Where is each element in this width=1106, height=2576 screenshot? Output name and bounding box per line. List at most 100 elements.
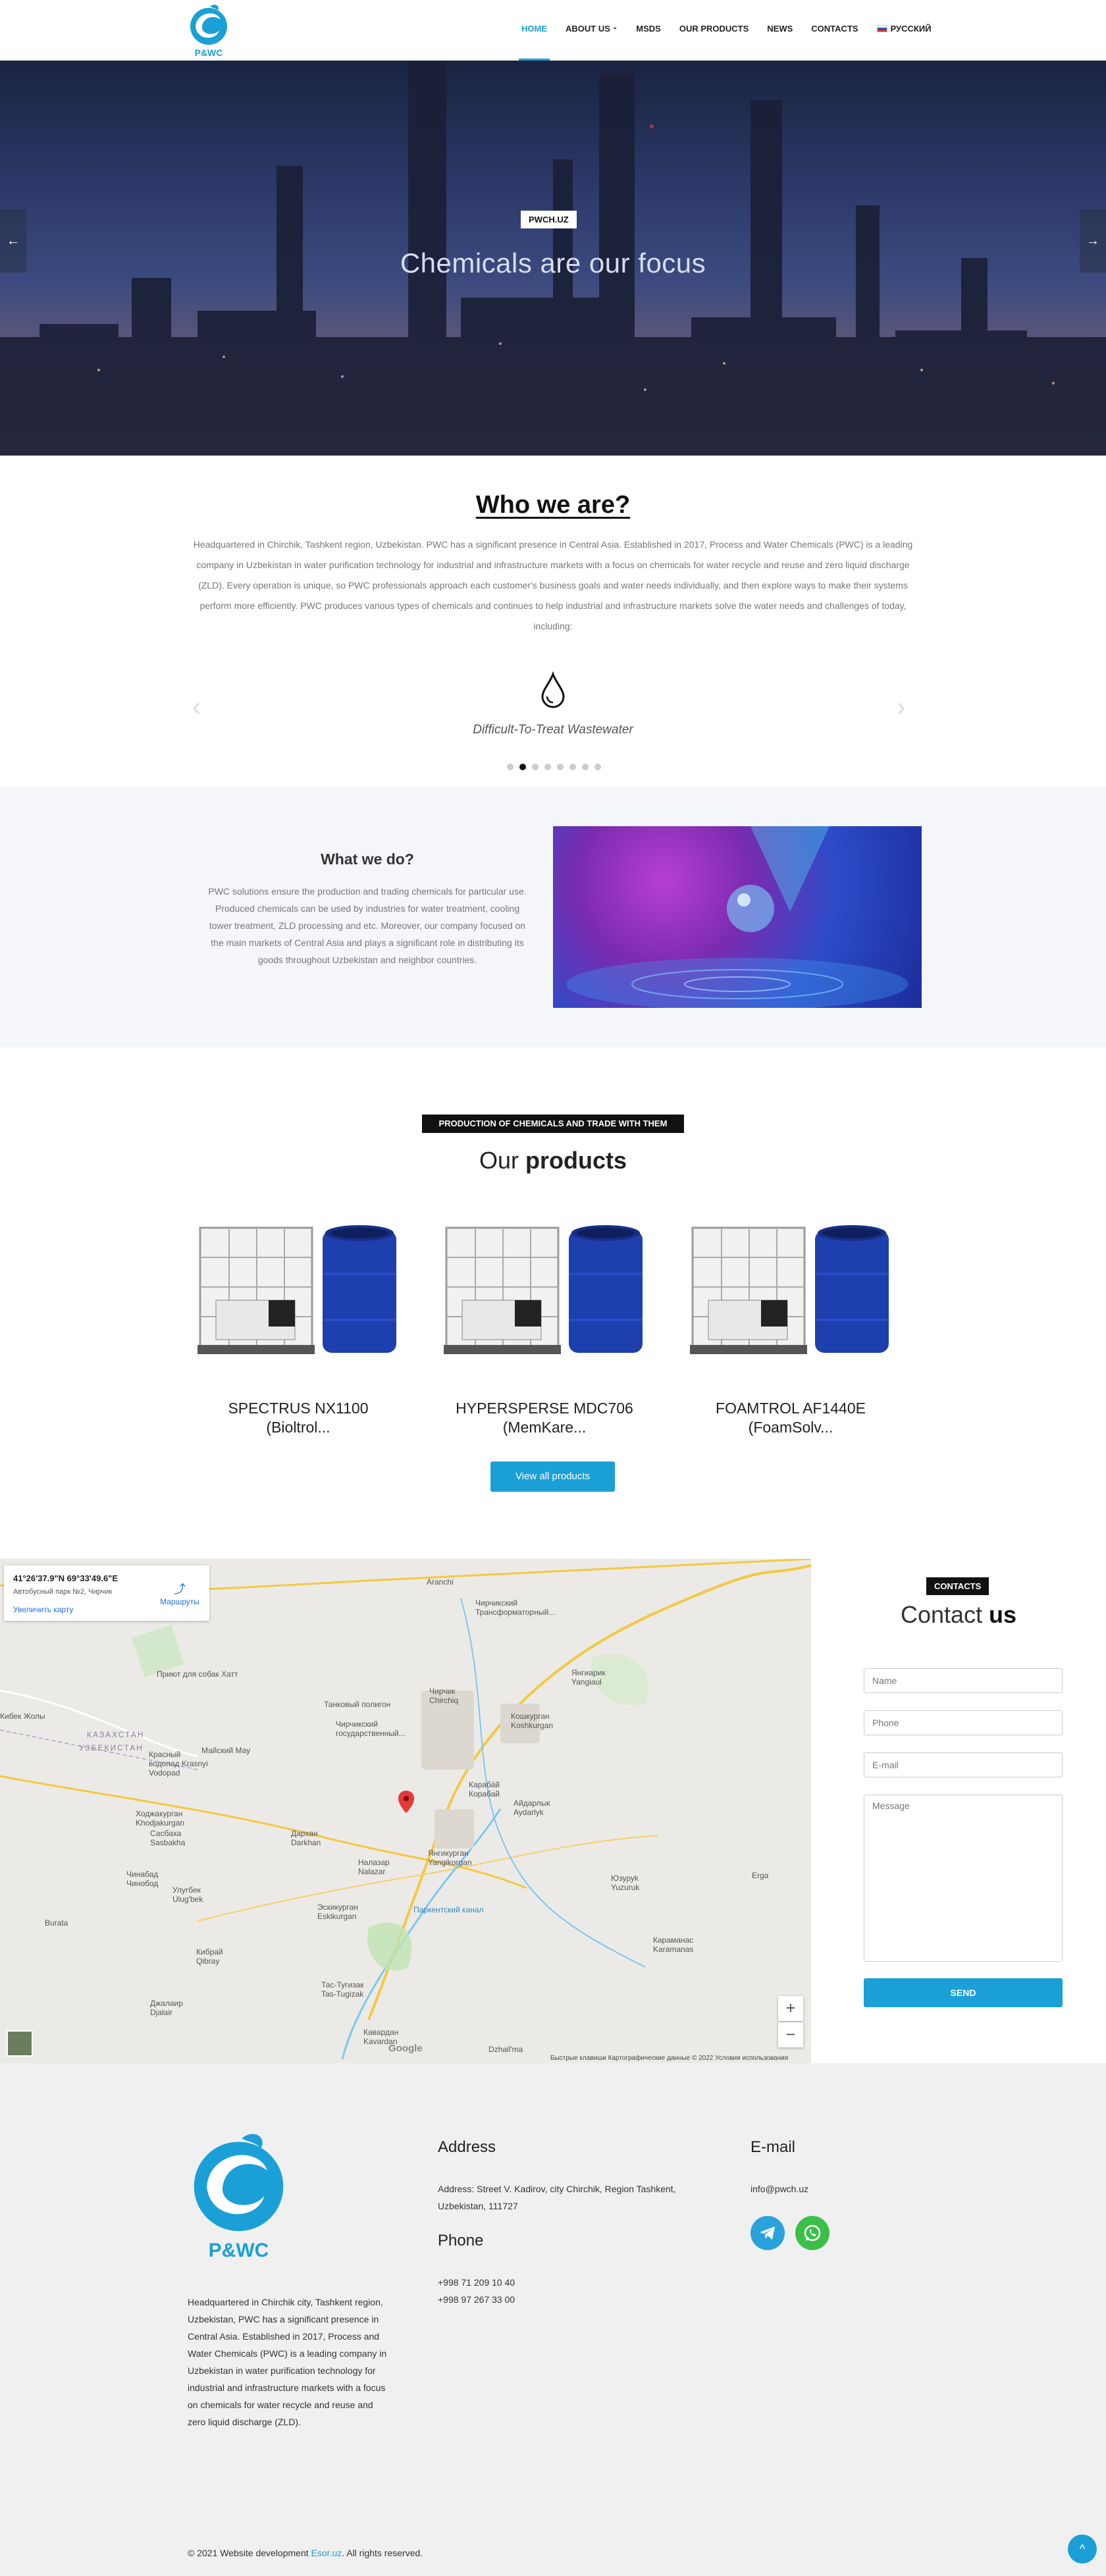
email-heading: E-mail: [750, 2138, 796, 2156]
directions-button[interactable]: ⤴ Маршруты: [157, 1580, 203, 1606]
slider-dot[interactable]: [507, 764, 514, 770]
view-all-products-button[interactable]: View all products: [490, 1461, 615, 1492]
slider-prev-button[interactable]: ‹: [192, 693, 201, 722]
send-button[interactable]: SEND: [864, 1978, 1063, 2007]
product-card[interactable]: FOAMTROL AF1440E (FoamSolv...: [689, 1221, 893, 1438]
hero-prev-button[interactable]: ←: [0, 209, 26, 273]
phone-number[interactable]: +998 97 267 33 00: [438, 2291, 515, 2308]
slider-dot[interactable]: [544, 764, 551, 770]
map-label: Янгикурган Yangikorgan: [428, 1849, 472, 1867]
products-title-bold: products: [525, 1147, 627, 1174]
product-container-image: [198, 1225, 396, 1354]
map-label: Кибрай Qibray: [196, 1947, 223, 1966]
who-title: Who we are?: [0, 491, 1106, 519]
contact-title-light: Contact: [900, 1601, 989, 1628]
phone-heading: Phone: [438, 2232, 484, 2249]
what-title: What we do?: [321, 851, 414, 868]
google-logo: Google: [388, 2043, 423, 2054]
map-footer-links[interactable]: Быстрые клавиши Картографические данные …: [550, 2055, 788, 2062]
who-text: Headquartered in Chirchik, Tashkent regi…: [193, 539, 913, 631]
map-label: Burata: [45, 1918, 68, 1928]
slider-dot[interactable]: [594, 764, 601, 770]
map-label: Dzhail'ma: [488, 2045, 523, 2054]
slider-next-button[interactable]: ›: [897, 693, 905, 722]
footer-about-text: Headquartered in Chirchik city, Tashkent…: [188, 2297, 387, 2427]
product-name[interactable]: FOAMTROL AF1440E (FoamSolv...: [689, 1399, 893, 1437]
telegram-button[interactable]: [750, 2216, 785, 2250]
directions-icon: ⤴: [174, 1583, 186, 1596]
email-link[interactable]: info@pwch.uz: [750, 2180, 808, 2197]
product-card[interactable]: HYPERSPERSE MDC706 (MemKare...: [442, 1221, 646, 1438]
enlarge-map-link[interactable]: Увеличить карту: [13, 1605, 73, 1614]
slider-caption: Difficult-To-Treat Wastewater: [473, 723, 633, 737]
hero-next-button[interactable]: →: [1080, 209, 1106, 273]
product-name[interactable]: SPECTRUS NX1100 (Bioltrol...: [196, 1399, 400, 1437]
phone-number[interactable]: +998 71 209 10 40: [438, 2274, 515, 2291]
map-place-name: Автобусный парк №2, Чирчик: [13, 1588, 113, 1596]
footer-logo[interactable]: P&WC: [188, 2129, 290, 2261]
products-title: Our products: [0, 1147, 1106, 1174]
product-card[interactable]: SPECTRUS NX1100 (Bioltrol...: [196, 1221, 400, 1438]
hero-slider: PWCH.UZ Chemicals are our focus ← →: [0, 61, 1106, 456]
slider-dot[interactable]: [532, 764, 539, 770]
footer-logo-text: P&WC: [208, 2240, 269, 2261]
zoom-in-button[interactable]: +: [778, 1996, 803, 2021]
nav-language-russian[interactable]: РУССКИЙ: [868, 24, 941, 61]
nav-language-label: РУССКИЙ: [890, 24, 932, 34]
map-label: Улугбек Ulug'bek: [172, 1885, 203, 1904]
whatsapp-icon: [804, 2224, 821, 2242]
nav-contacts[interactable]: CONTACTS: [802, 24, 867, 61]
chevron-right-icon: ›: [897, 693, 906, 722]
contact-title: Contact us: [811, 1601, 1106, 1629]
name-input[interactable]: [864, 1668, 1063, 1693]
nav-msds[interactable]: MSDS: [627, 24, 670, 61]
products-title-light: Our: [479, 1147, 525, 1174]
nav-msds-label: MSDS: [636, 24, 661, 34]
map-label: Танковый полигон: [324, 1700, 391, 1709]
site-header: P&WC HOME ABOUT US ⌄ MSDS OUR PRODUCTS NE…: [0, 0, 1106, 61]
russia-flag-icon: [876, 25, 887, 32]
whatsapp-button[interactable]: [795, 2216, 830, 2250]
map-label: Кибек Жолы: [0, 1712, 45, 1721]
email-input[interactable]: [864, 1752, 1063, 1777]
site-footer: P&WC Headquartered in Chirchik city, Tas…: [0, 2063, 1106, 2576]
nav-news[interactable]: NEWS: [758, 24, 802, 61]
map-label: Чинабад Чинобод: [126, 1870, 159, 1888]
site-logo[interactable]: P&WC: [188, 3, 230, 59]
map-label: Ходжакурган Khodjakurgan: [136, 1809, 185, 1827]
slider-dot[interactable]: [569, 764, 576, 770]
hero-title: Chemicals are our focus: [400, 248, 706, 278]
developer-link[interactable]: Esor.uz: [311, 2548, 342, 2558]
nav-home-label: HOME: [521, 24, 547, 34]
map-label: УЗБЕКИСТАН: [79, 1743, 144, 1752]
pipette-drop-illustration: [566, 826, 908, 1008]
slider-dot[interactable]: [582, 764, 589, 770]
map-label: Караманас Karamanas: [653, 1935, 694, 1954]
zoom-out-button[interactable]: −: [778, 2022, 803, 2047]
satellite-toggle[interactable]: [7, 2030, 33, 2057]
slider-dot-active[interactable]: [519, 764, 526, 770]
what-we-do-section: What we do? PWC solutions ensure the pro…: [0, 787, 1106, 1047]
nav-our-products[interactable]: OUR PRODUCTS: [670, 24, 758, 61]
map-label: Чирчик Chirchiq: [429, 1687, 459, 1705]
map-label: Erga: [752, 1871, 769, 1880]
nav-home[interactable]: HOME: [512, 24, 556, 61]
phone-input[interactable]: [864, 1710, 1063, 1735]
product-container-image: [690, 1225, 889, 1354]
logo-text: P&WC: [194, 47, 223, 58]
telegram-icon: [760, 2226, 775, 2240]
location-map[interactable]: Aranchi Чирчикский Трансформаторный... П…: [0, 1559, 811, 2063]
nav-contacts-label: CONTACTS: [811, 24, 858, 34]
map-label: Юзуруk Yuzuruk: [611, 1874, 640, 1892]
nav-about-us[interactable]: ABOUT US ⌄: [556, 24, 627, 61]
product-name[interactable]: HYPERSPERSE MDC706 (MemKare...: [442, 1399, 646, 1437]
message-textarea[interactable]: [864, 1795, 1063, 1962]
address-text: Address: Street V. Kadirov, city Chirchi…: [438, 2184, 676, 2211]
map-label: Приют для собак Хатт: [157, 1669, 238, 1679]
chevron-up-icon: ^: [1079, 2542, 1086, 2556]
map-label: Джалаир Djalair: [150, 1999, 183, 2017]
slider-dot[interactable]: [557, 764, 564, 770]
slider-dots: [507, 764, 601, 770]
scroll-to-top-button[interactable]: ^: [1068, 2535, 1097, 2563]
chevron-down-icon: ⌄: [612, 24, 618, 31]
